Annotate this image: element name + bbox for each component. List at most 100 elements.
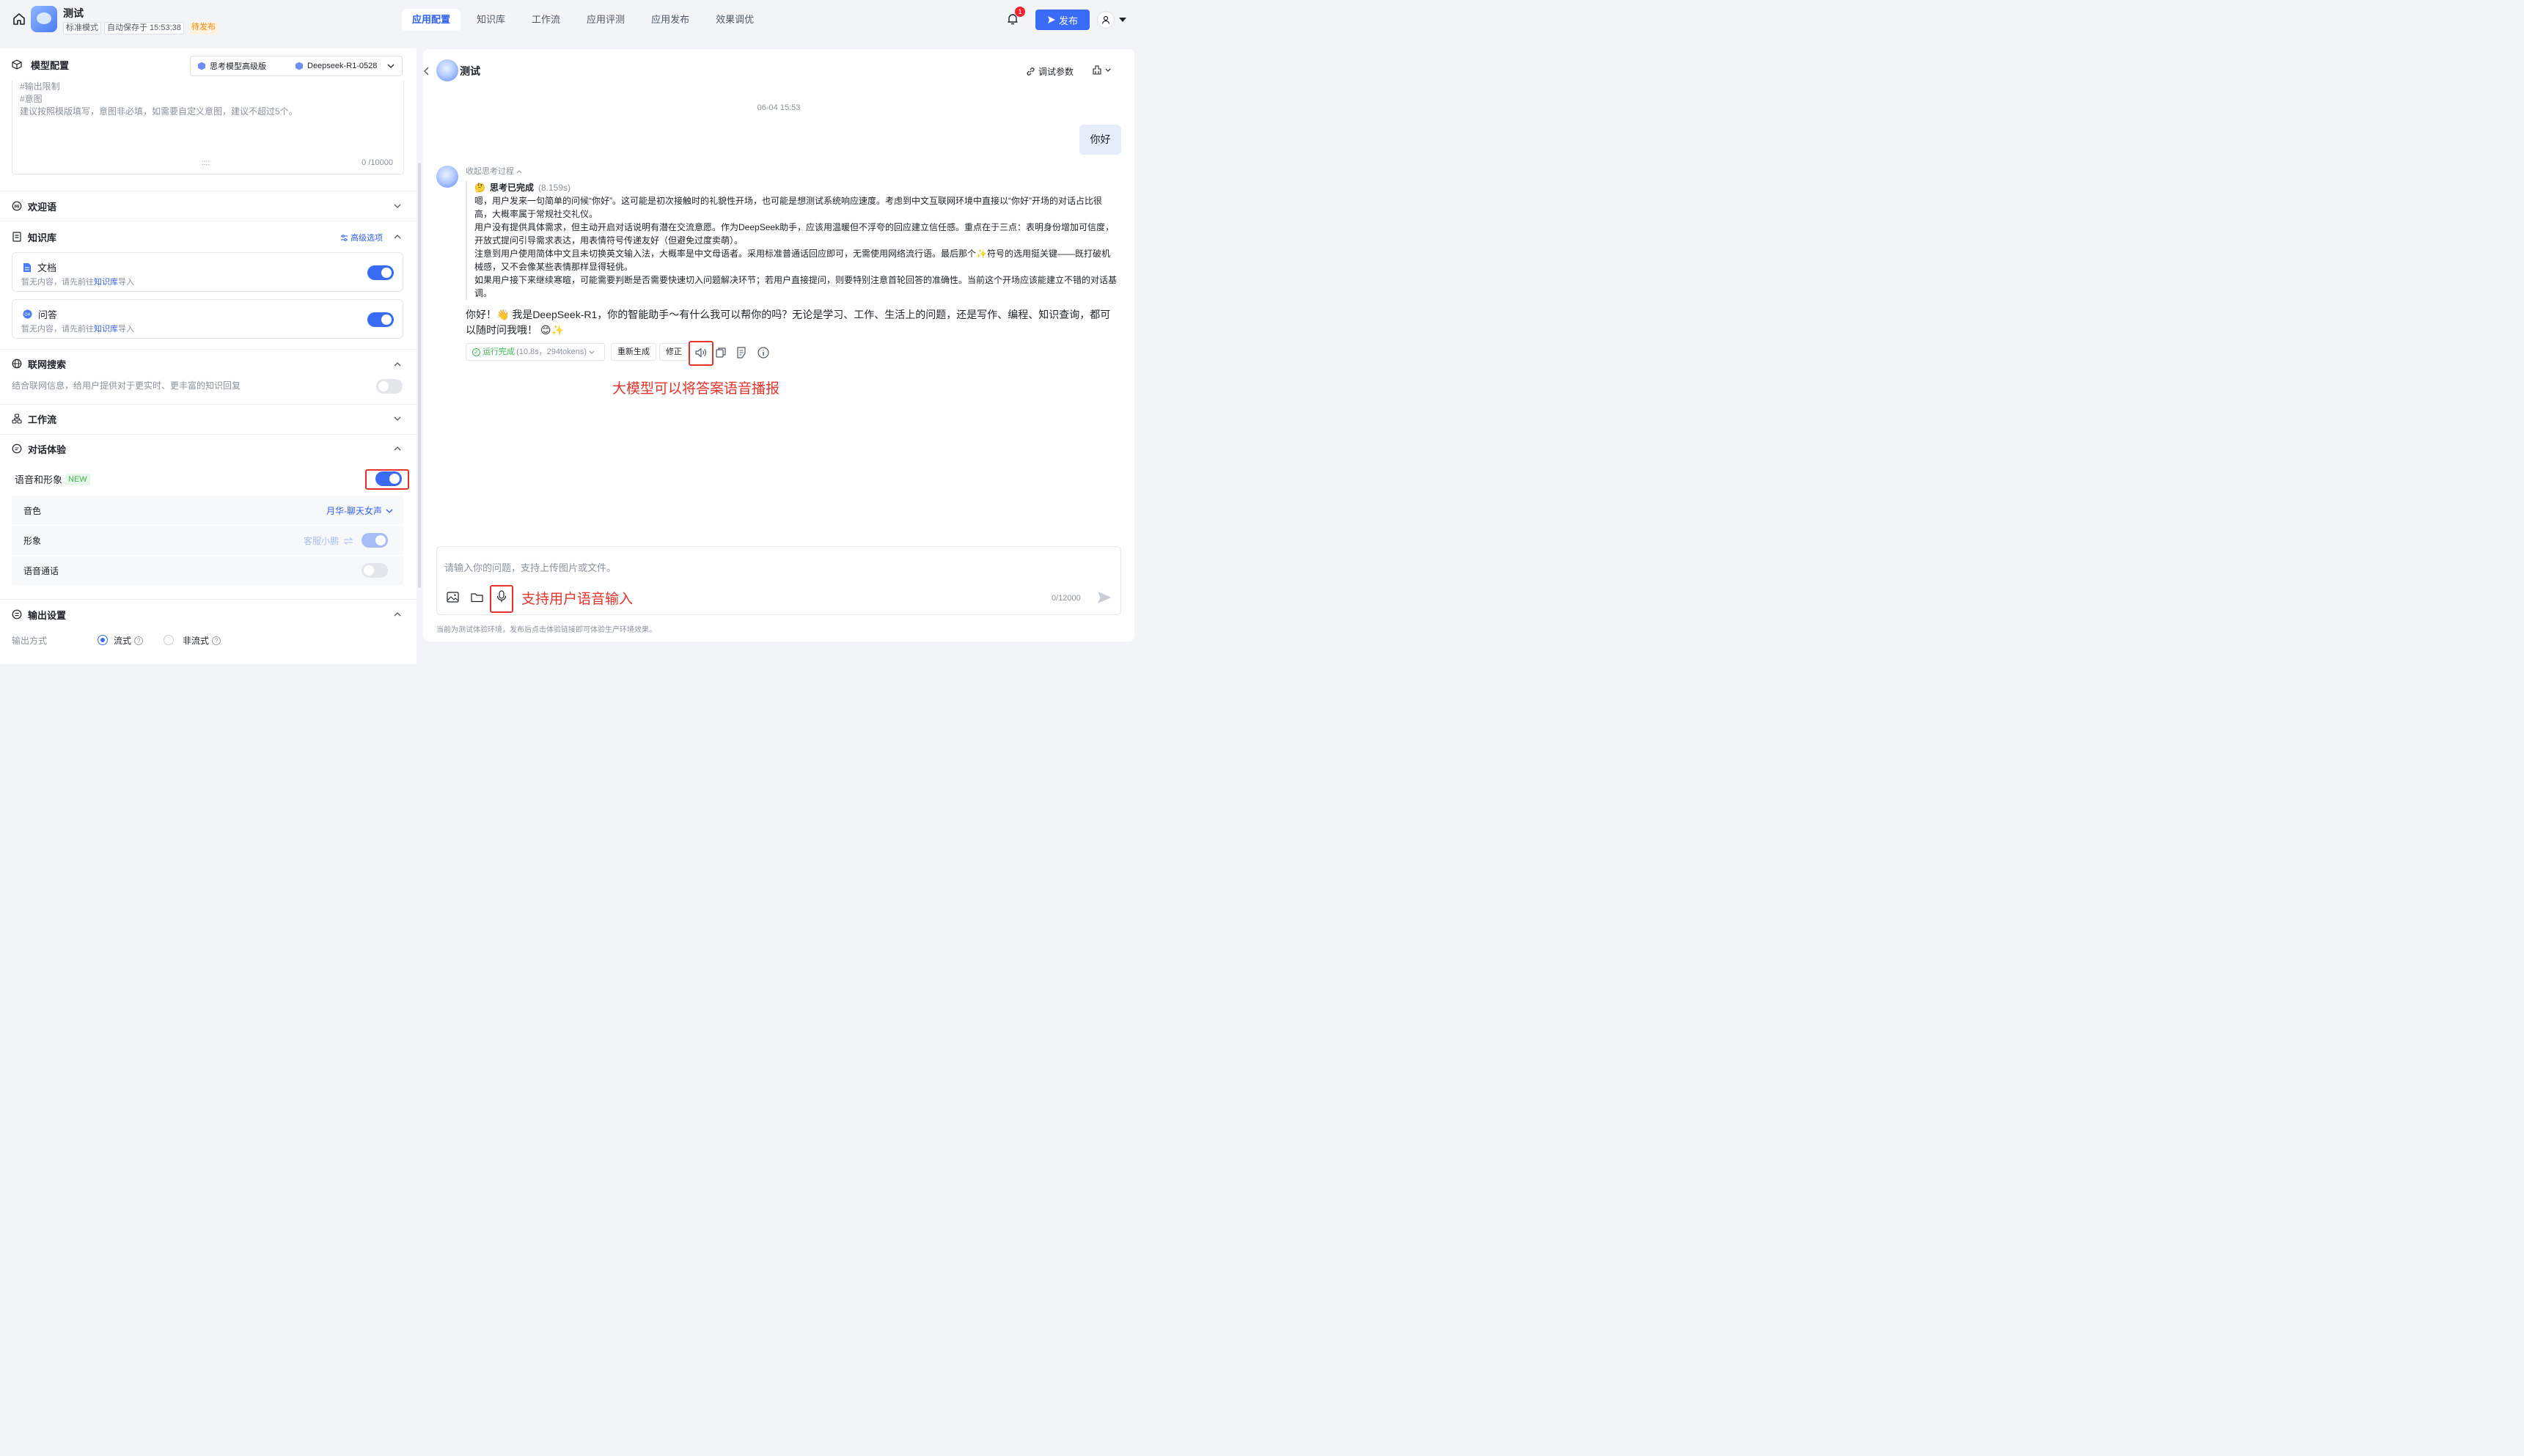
greeting-icon: Hi	[12, 201, 22, 211]
web-search-toggle[interactable]	[376, 379, 403, 394]
note-icon[interactable]	[735, 346, 749, 359]
chevron-down-icon	[1105, 68, 1111, 72]
user-menu[interactable]	[1097, 10, 1126, 29]
welcome-header[interactable]: Hi 欢迎语	[12, 199, 56, 213]
copy-icon[interactable]	[714, 346, 727, 359]
collapse-thinking-toggle[interactable]: 收起思考过程	[466, 165, 522, 177]
app-logo	[31, 6, 57, 32]
run-status[interactable]: ✓ 运行完成 (10.8s，294tokens)	[466, 343, 605, 361]
model-config-title: 模型配置	[31, 59, 70, 71]
resize-handle[interactable]: ::::	[202, 157, 210, 169]
qa-toggle[interactable]	[367, 312, 394, 327]
voice-call-row: 语音通话	[12, 556, 403, 585]
image-upload-icon[interactable]	[447, 592, 459, 603]
knowledge-link[interactable]: 知识库	[94, 325, 118, 334]
divider	[0, 599, 417, 600]
input-char-counter: 0/12000	[1052, 594, 1081, 603]
debug-params-label: 调试参数	[1038, 67, 1074, 77]
tab-app-config[interactable]: 应用配置	[402, 9, 461, 31]
advanced-options-link[interactable]: 高级选项	[340, 232, 383, 243]
thinking-paragraph: 用户没有提供具体需求，但主动开启对话说明有潜在交流意愿。作为DeepSeek助手…	[474, 222, 1115, 246]
svg-text:QA: QA	[24, 313, 30, 317]
main-nav-tabs: 应用配置 知识库 工作流 应用评测 应用发布 效果调优	[402, 9, 770, 31]
info-icon[interactable]	[757, 346, 770, 359]
hint-text: 暂无内容，请先前往	[21, 325, 94, 334]
bot-answer: 你好！👋 我是DeepSeek-R1，你的智能助手～有什么我可以帮你的吗？无论是…	[466, 309, 1111, 336]
chevron-left-icon[interactable]	[423, 67, 430, 76]
avatar-toggle[interactable]	[362, 533, 388, 548]
help-icon[interactable]: ?	[134, 636, 144, 645]
publish-status-badge: 待发布	[189, 22, 218, 34]
chevron-up-icon[interactable]	[393, 444, 402, 453]
output-settings-header[interactable]: 输出设置	[12, 607, 66, 622]
prompt-line: 建议按照模版填写，意图非必填，如需要自定义意图，建议不超过5个。	[20, 106, 298, 117]
sliders-icon	[341, 234, 348, 241]
publish-label: 发布	[1058, 15, 1078, 26]
cube-icon	[12, 59, 22, 70]
chevron-up-icon[interactable]	[393, 232, 402, 241]
workflow-header[interactable]: 工作流	[12, 411, 56, 426]
regenerate-button[interactable]: 重新生成	[611, 343, 656, 361]
left-scrollbar[interactable]	[418, 163, 421, 588]
user-icon	[1101, 15, 1110, 24]
knowledge-doc-card: 文档 暂无内容，请先前往知识库导入	[12, 252, 403, 292]
non-stream-option[interactable]: 非流式?	[183, 634, 221, 647]
chevron-up-icon[interactable]	[393, 360, 402, 369]
doc-file-icon	[23, 262, 31, 272]
chat-bubble-icon	[12, 444, 22, 454]
tab-evaluation[interactable]: 应用评测	[576, 9, 635, 31]
thinking-emoji-icon: 🤔	[474, 183, 485, 193]
tab-workflow[interactable]: 工作流	[521, 9, 571, 31]
home-icon[interactable]	[12, 12, 26, 26]
chevron-down-icon[interactable]	[393, 414, 402, 423]
timbre-select[interactable]: 月华-聊天女声	[326, 504, 393, 517]
chat-settings-menu[interactable]	[1093, 65, 1111, 75]
thinking-paragraph: 如果用户接下来继续寒暄，可能需要判断是否需要快速切入问题解决环节；若用户直接提问…	[474, 275, 1118, 298]
chat-composer: 请输入你的问题，支持上传图片或文件。 支持用户语音输入 0/12000	[436, 546, 1121, 615]
model-selector[interactable]: 思考模型高级版 Deepseek-R1-0528	[190, 56, 403, 76]
prompt-textarea[interactable]: #输出限制 #意图 建议按照模版填写，意图非必填，如需要自定义意图，建议不超过5…	[12, 81, 404, 174]
tab-tuning[interactable]: 效果调优	[705, 9, 764, 31]
tts-annotation: 大模型可以将答案语音播报	[612, 381, 780, 397]
folder-icon[interactable]	[471, 592, 483, 603]
chevron-down-icon[interactable]	[393, 202, 402, 210]
dialog-experience-header[interactable]: 对话体验	[12, 441, 66, 456]
chevron-down-icon	[387, 64, 395, 68]
welcome-title: 欢迎语	[28, 201, 57, 213]
non-stream-label: 非流式	[183, 636, 210, 646]
knowledge-link[interactable]: 知识库	[94, 278, 118, 287]
thinking-status: 🤔 思考已完成 (8.159s)	[474, 181, 1118, 194]
highlight-box	[689, 341, 713, 366]
knowledge-header[interactable]: 知识库	[12, 229, 56, 244]
stream-radio[interactable]	[98, 635, 108, 645]
timbre-value: 月华-聊天女声	[326, 506, 382, 516]
fix-button[interactable]: 修正	[659, 343, 689, 361]
divider	[0, 434, 417, 435]
doc-toggle[interactable]	[367, 265, 394, 280]
web-search-header[interactable]: 联网搜索	[12, 356, 66, 371]
run-stats: (10.8s，294tokens)	[516, 348, 587, 356]
non-stream-radio[interactable]	[164, 635, 174, 645]
chat-debug-panel: 测试 调试参数 06-04 15:53 你好 收起思考过程 🤔 思考已完成 (8.1…	[423, 49, 1134, 641]
hint-text: 导入	[118, 325, 134, 334]
debug-params-button[interactable]: 调试参数	[1026, 65, 1074, 78]
new-badge: NEW	[65, 473, 90, 485]
stream-option[interactable]: 流式?	[114, 634, 144, 647]
output-icon	[12, 609, 22, 619]
voice-call-toggle[interactable]	[362, 563, 388, 578]
prompt-line: #意图	[20, 94, 43, 104]
tab-knowledge[interactable]: 知识库	[466, 9, 516, 31]
model-tier: 思考模型高级版	[210, 62, 266, 71]
chevron-up-icon[interactable]	[393, 610, 402, 619]
workflow-icon	[12, 413, 22, 424]
send-icon[interactable]	[1098, 592, 1111, 603]
help-icon[interactable]: ?	[212, 636, 221, 645]
swap-icon	[343, 537, 353, 545]
stream-label: 流式	[114, 636, 132, 646]
chat-input[interactable]: 请输入你的问题，支持上传图片或文件。	[444, 560, 616, 574]
hint-text: 暂无内容，请先前往	[21, 278, 94, 287]
tab-release[interactable]: 应用发布	[641, 9, 700, 31]
publish-button[interactable]: 发布	[1035, 10, 1090, 30]
check-circle-icon: ✓	[472, 348, 480, 356]
model-tier-icon	[198, 62, 205, 70]
